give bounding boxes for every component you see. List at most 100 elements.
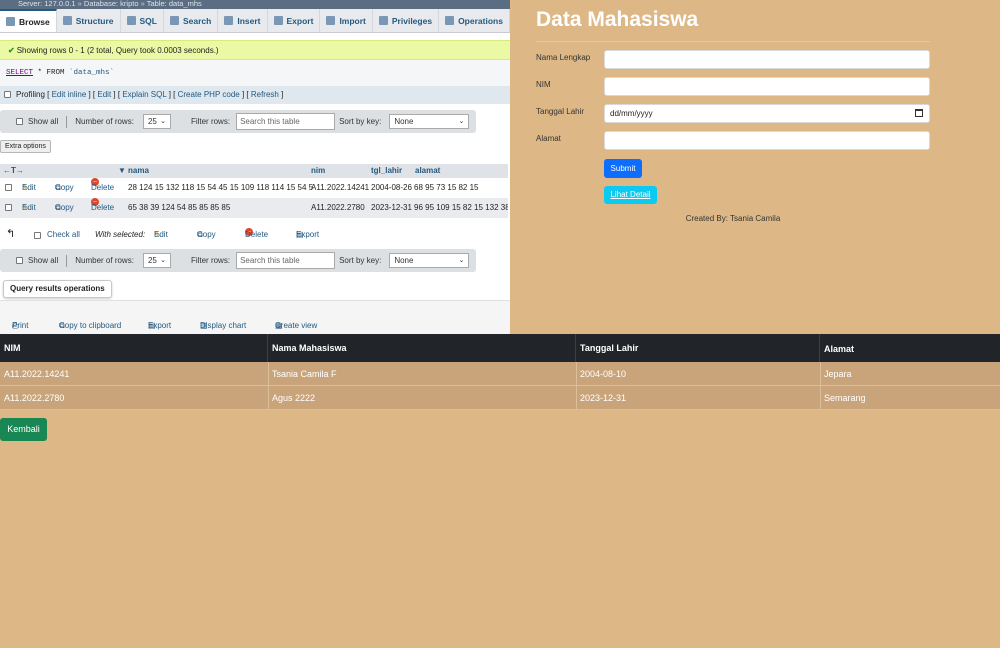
tab-label: Insert xyxy=(237,15,261,26)
tab-browse[interactable]: Browse xyxy=(0,9,57,32)
tanggal-lahir-input[interactable]: dd/mm/yyyy xyxy=(604,104,930,123)
tab-label: Browse xyxy=(19,16,50,27)
show-all-label: Show all xyxy=(28,117,59,126)
header-nim: NIM xyxy=(0,334,268,362)
success-message: ✔ Showing rows 0 - 1 (2 total, Query took… xyxy=(0,40,510,60)
profiling-bar: Profiling [ Edit inline ] [ Edit ] [ Exp… xyxy=(0,86,510,104)
cell-nama: 28 124 15 132 118 15 54 45 15 109 118 11… xyxy=(128,183,314,192)
row-delete-label: Delete xyxy=(91,203,115,212)
column-tgl-lahir[interactable]: tgl_lahir xyxy=(371,166,402,175)
sort-select[interactable]: None ⌄ xyxy=(389,253,470,268)
table-row: ✎ Edit ⧉ Copy – Delete 65 38 39 124 54 8… xyxy=(0,198,508,218)
column-arrows-icon[interactable]: ←T→ xyxy=(3,166,24,175)
import-icon xyxy=(326,16,336,25)
check-all-checkbox[interactable] xyxy=(34,232,41,239)
tab-label: Search xyxy=(183,15,212,26)
table-row: A11.2022.14241 Tsania Camila F 2004-08-1… xyxy=(0,362,1000,386)
tab-label: Import xyxy=(339,15,366,26)
cell-nama: 65 38 39 124 54 85 85 85 85 xyxy=(128,203,231,212)
search-icon xyxy=(170,16,179,25)
create-php-code-link[interactable]: Create PHP code xyxy=(178,90,240,99)
column-nim[interactable]: nim xyxy=(311,166,325,175)
wrench-icon xyxy=(445,16,455,25)
show-all-checkbox[interactable] xyxy=(16,257,23,264)
nim-input[interactable] xyxy=(604,77,930,96)
header-nama: Nama Mahasiswa xyxy=(268,334,576,362)
alamat-input[interactable] xyxy=(604,131,930,150)
rows-label: Number of rows: xyxy=(75,256,134,265)
breadcrumb-server[interactable]: Server: 127.0.0.1 xyxy=(18,0,76,8)
form-title: Data Mahasiswa xyxy=(536,8,699,31)
tab-operations[interactable]: Operations xyxy=(439,9,510,32)
cell-tanggal-lahir: 2023-12-31 xyxy=(580,393,627,403)
rows-select[interactable]: 25 ⌄ xyxy=(142,253,171,268)
bulk-export-label: Export xyxy=(296,230,320,239)
cell-alamat: Jepara xyxy=(824,369,852,379)
sort-label: Sort by key: xyxy=(339,256,382,265)
bulk-actions: ↰ Check all With selected: ✎ Edit ⧉ Copy… xyxy=(4,228,504,242)
label-alamat: Alamat xyxy=(536,134,561,143)
row-checkbox[interactable] xyxy=(5,184,12,191)
tab-insert[interactable]: Insert xyxy=(218,9,268,32)
filter-label: Filter rows: xyxy=(190,117,231,126)
edit-link[interactable]: Edit xyxy=(97,90,111,99)
tab-label: SQL xyxy=(139,15,157,26)
chevron-down-icon: ⌄ xyxy=(160,257,166,264)
row-checkbox[interactable] xyxy=(5,204,12,211)
checkmark-icon: ✔ xyxy=(8,46,15,55)
header-tanggal-lahir: Tanggal Lahir xyxy=(576,334,820,362)
tab-sql[interactable]: SQL xyxy=(121,9,164,32)
show-all-checkbox[interactable] xyxy=(16,118,23,125)
tab-search[interactable]: Search xyxy=(164,9,219,32)
sql-keyword[interactable]: SELECT xyxy=(6,69,33,77)
calendar-icon[interactable] xyxy=(915,109,923,117)
print-label: Print xyxy=(12,321,29,330)
sort-desc-icon[interactable]: ▼ xyxy=(118,166,126,175)
rows-navigation-bottom: Show all Number of rows: 25 ⌄ Filter rows… xyxy=(0,249,476,272)
submit-button[interactable]: Submit xyxy=(604,159,642,178)
breadcrumb-database[interactable]: Database: kripto xyxy=(84,0,139,8)
breadcrumb: Server: 127.0.0.1 » Database: kripto » T… xyxy=(0,0,510,9)
row-edit-label: Edit xyxy=(22,203,36,212)
success-text: Showing rows 0 - 1 (2 total, Query took … xyxy=(16,46,219,55)
refresh-link[interactable]: Refresh xyxy=(251,90,279,99)
row-edit-label: Edit xyxy=(22,183,36,192)
bulk-copy-label: Copy xyxy=(197,230,216,239)
tab-privileges[interactable]: Privileges xyxy=(373,9,440,32)
sort-value: None xyxy=(394,256,414,265)
explain-sql-link[interactable]: Explain SQL xyxy=(122,90,166,99)
rows-navigation-top: Show all Number of rows: 25 ⌄ Filter rows… xyxy=(0,110,476,133)
title-divider xyxy=(536,41,930,42)
profiling-checkbox[interactable] xyxy=(4,91,11,98)
column-alamat[interactable]: alamat xyxy=(415,166,440,175)
check-all-label[interactable]: Check all xyxy=(47,228,80,242)
cell-tgl-lahir: 2023-12-31 xyxy=(371,203,412,212)
kembali-button[interactable]: Kembali xyxy=(0,418,47,441)
breadcrumb-table[interactable]: Table: data_mhs xyxy=(147,0,202,8)
sql-text: * FROM xyxy=(33,69,70,77)
edit-inline-link[interactable]: Edit inline xyxy=(52,90,87,99)
rows-select[interactable]: 25 ⌄ xyxy=(142,114,171,129)
header-alamat: Alamat xyxy=(824,344,855,354)
sort-select[interactable]: None ⌄ xyxy=(389,114,470,129)
nama-lengkap-input[interactable] xyxy=(604,50,930,69)
sort-value: None xyxy=(394,117,414,126)
rows-value: 25 xyxy=(147,256,157,265)
column-nama[interactable]: nama xyxy=(128,166,149,175)
row-copy-label: Copy xyxy=(55,183,74,192)
sql-query: SELECT * FROM `data_mhs` xyxy=(0,60,510,86)
lihat-detail-button[interactable]: Lihat Detail xyxy=(604,186,657,204)
filter-rows-input[interactable]: Search this table xyxy=(236,113,336,130)
filter-rows-input[interactable]: Search this table xyxy=(236,252,336,269)
tab-export[interactable]: Export xyxy=(268,9,321,32)
table-row: A11.2022.2780 Agus 2222 2023-12-31 Semar… xyxy=(0,386,1000,410)
label-tanggal-lahir: Tanggal Lahir xyxy=(536,107,585,116)
query-results-operations: ⎙ Print ⧉ Copy to clipboard ▤ Export ▥ D… xyxy=(0,300,510,334)
export-label: Export xyxy=(148,321,172,330)
tab-structure[interactable]: Structure xyxy=(57,9,121,32)
tab-import[interactable]: Import xyxy=(320,9,373,32)
extra-options-button[interactable]: Extra options xyxy=(0,140,51,153)
bulk-edit-label: Edit xyxy=(154,230,168,239)
cell-alamat: Semarang xyxy=(824,393,866,403)
cell-nim: A11.2022.2780 xyxy=(4,393,65,403)
